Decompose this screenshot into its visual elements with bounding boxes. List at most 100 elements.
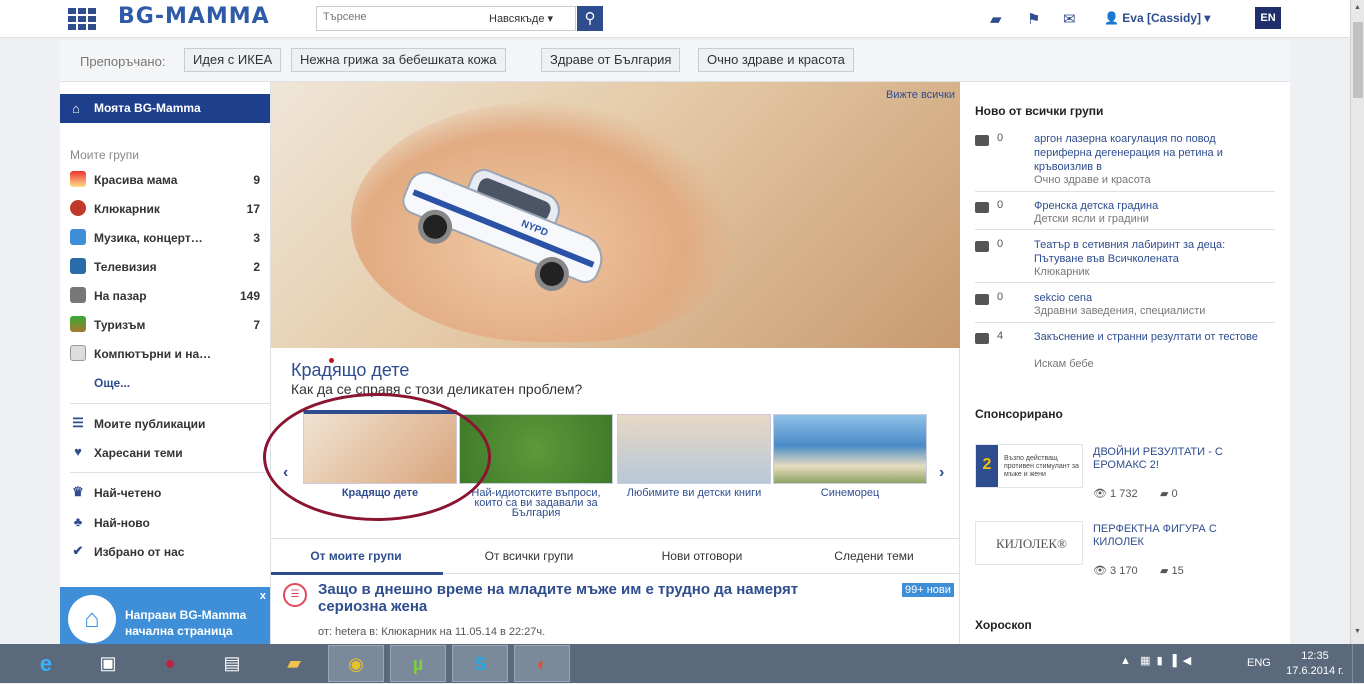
messages-icon[interactable]: ▰ (990, 10, 1002, 28)
sidebar-label: Най-ново (94, 516, 150, 530)
search-scope-dropdown[interactable]: Навсякъде ▾ (489, 12, 553, 25)
news-item[interactable]: 0 sekcio cena Здравни заведения, специалис… (975, 291, 1275, 323)
skype-icon[interactable]: S (452, 645, 508, 682)
utorrent-icon[interactable]: µ (390, 645, 446, 682)
news-group: Очно здраве и красота (1034, 174, 1151, 186)
carousel-prev-icon[interactable]: ‹ (283, 464, 288, 482)
chat-icon[interactable]: ▤ (204, 645, 260, 682)
show-desktop-button[interactable] (1352, 644, 1364, 683)
search-button[interactable]: ⚲ (577, 6, 603, 31)
search-input[interactable] (323, 11, 483, 23)
carousel-caption[interactable]: Крадящо дете (303, 488, 457, 499)
sidebar-item-liked[interactable]: ♥ Харесани теми (60, 442, 270, 464)
scroll-up-icon[interactable]: ▲ (1354, 4, 1361, 11)
sponsored-ad[interactable]: КИЛОЛЕК® ПЕРФЕКТНА ФИГУРА С КИЛОЛЕК 👁 3 … (975, 521, 1285, 591)
close-icon[interactable]: x (260, 590, 266, 602)
news-group: Искам бебе (1034, 358, 1094, 370)
carousel-thumb-sinemorets[interactable] (773, 414, 927, 484)
mail-icon[interactable]: ✉ (1063, 10, 1076, 28)
carousel-thumb-car[interactable] (303, 410, 457, 484)
sidebar-group-item[interactable]: Красива мама 9 (60, 169, 270, 191)
sidebar-item-publications[interactable]: ☰ Моите публикации (60, 413, 270, 435)
ad-image[interactable]: КИЛОЛЕК® (975, 521, 1083, 565)
recommended-item[interactable]: Нежна грижа за бебешката кожа (291, 48, 506, 72)
tray-arrow-icon[interactable]: ▲ (1120, 655, 1131, 667)
apps-grid-icon[interactable] (68, 8, 96, 30)
tab-new-replies[interactable]: Нови отговори (617, 549, 787, 563)
ad-image[interactable]: 2 Възпо действащ противен стимулант за мъ… (975, 444, 1083, 488)
clock[interactable]: 12:35 17.6.2014 г. (1285, 649, 1345, 679)
tab-all-groups[interactable]: От всички групи (444, 549, 614, 563)
news-title[interactable]: Закъснение и странни резултати от тестов… (1034, 330, 1269, 344)
input-language[interactable]: ENG (1247, 657, 1271, 669)
sidebar-group-item[interactable]: Телевизия 2 (60, 256, 270, 278)
ad-views-count: 3 170 (1110, 565, 1138, 577)
tab-my-groups[interactable]: От моите групи (271, 549, 441, 563)
see-all-link[interactable]: Вижте всички (886, 89, 955, 101)
ad-title[interactable]: ПЕРФЕКТНА ФИГУРА С КИЛОЛЕК (1093, 523, 1263, 549)
volume-icon[interactable]: ◀ (1183, 655, 1191, 667)
sidebar-group-item[interactable]: На пазар 149 (60, 285, 270, 307)
news-title[interactable]: Френска детска градина (1034, 199, 1269, 213)
sidebar-group-item[interactable]: Клюкарник 17 (60, 198, 270, 220)
news-item[interactable]: 0 Френска детска градина Детски ясли и гра… (975, 199, 1275, 230)
language-button[interactable]: EN (1255, 7, 1281, 29)
folder-icon[interactable]: ▰ (266, 645, 322, 682)
flag-icon[interactable]: ⚑ (1027, 10, 1040, 28)
scrollbar[interactable]: ▲ ▼ (1350, 0, 1364, 644)
comment-icon (975, 294, 989, 305)
carousel-thumb-kids-books[interactable] (617, 414, 771, 484)
chrome-icon[interactable]: ◉ (328, 645, 384, 682)
ad-title[interactable]: ДВОЙНИ РЕЗУЛТАТИ - С ЕРОМАКС 2! (1093, 446, 1263, 472)
more-groups-link[interactable]: Още... (94, 376, 130, 390)
signal-icon[interactable]: ▐ (1169, 655, 1177, 667)
sidebar-group-item[interactable]: Музика, концерт… 3 (60, 227, 270, 249)
news-item[interactable]: 0 аргон лазерна коагулация по повод периф… (975, 132, 1275, 192)
hero-title[interactable]: Крадящо дете (291, 360, 409, 381)
carousel-caption[interactable]: Най-идиотските въпроси, които са ви зада… (459, 488, 613, 519)
new-badge[interactable]: 99+ нови (902, 583, 954, 597)
news-title[interactable]: аргон лазерна коагулация по повод перифе… (1034, 132, 1269, 174)
sidebar-item-newest[interactable]: ♣ Най-ново (60, 512, 270, 534)
system-tray[interactable]: ▲ ▦ ▮ ▐ ◀ (1120, 654, 1191, 667)
carousel-caption[interactable]: Любимите ви детски книги (617, 488, 771, 499)
ad-image-text: КИЛОЛЕК® (996, 536, 1067, 551)
recommended-item[interactable]: Здраве от България (541, 48, 681, 72)
media-player-icon[interactable]: ● (142, 645, 198, 682)
carousel-thumb-bulgaria[interactable] (459, 414, 613, 484)
logo[interactable]: BG-MAMMA (118, 4, 270, 29)
network-icon[interactable]: ▦ (1140, 655, 1150, 667)
chevron-down-icon: ▾ (1204, 11, 1211, 25)
app-icon[interactable]: ◐ (514, 645, 570, 682)
recommended-item[interactable]: Очно здраве и красота (698, 48, 854, 72)
carousel-next-icon[interactable]: › (939, 464, 944, 482)
sponsored-ad[interactable]: 2 Възпо действащ противен стимулант за мъ… (975, 444, 1285, 514)
remote-desktop-icon[interactable]: ▣ (80, 645, 136, 682)
news-item[interactable]: 4 Закъснение и странни резултати от тесто… (975, 330, 1275, 372)
news-title[interactable]: sekcio cena (1034, 291, 1269, 305)
sidebar-group-item[interactable]: Туризъм 7 (60, 314, 270, 336)
post-title[interactable]: Защо в днешно време на младите мъже им е… (318, 581, 858, 615)
comment-icon: ▰ (1160, 488, 1169, 500)
user-menu[interactable]: 👤 Eva [Cassidy] ▾ (1104, 11, 1210, 25)
active-tab-indicator (271, 572, 443, 575)
my-bgmamma-link[interactable]: ⌂ Моята BG-Mamma (60, 94, 270, 123)
homepage-promo[interactable]: ⌂ Направи BG-Mamma начална страница x (60, 587, 270, 644)
carousel-caption[interactable]: Синеморец (773, 488, 927, 499)
hero-image[interactable]: NYPD Вижте всички (271, 82, 961, 348)
group-count: 9 (253, 173, 260, 187)
my-bgmamma-label: Моята BG-Mamma (94, 101, 201, 115)
battery-icon[interactable]: ▮ (1157, 655, 1163, 667)
scroll-down-icon[interactable]: ▼ (1354, 628, 1361, 635)
sidebar-item-most-read[interactable]: ♛ Най-четено (60, 482, 270, 504)
news-title[interactable]: Театър в сетивния лабиринт за деца: Пъту… (1034, 238, 1269, 266)
scrollbar-thumb[interactable] (1353, 22, 1363, 98)
tab-followed[interactable]: Следени теми (789, 549, 959, 563)
ie-icon[interactable]: e (18, 645, 74, 682)
promo-text: Направи BG-Mamma начална страница (125, 608, 247, 638)
sidebar-group-item[interactable]: Компютърни и на… (60, 343, 270, 365)
recommended-item[interactable]: Идея с ИКЕА (184, 48, 282, 72)
news-item[interactable]: 0 Театър в сетивния лабиринт за деца: Път… (975, 238, 1275, 283)
group-label: Компютърни и на… (94, 347, 212, 361)
sidebar-item-featured[interactable]: ✔ Избрано от нас (60, 541, 270, 563)
